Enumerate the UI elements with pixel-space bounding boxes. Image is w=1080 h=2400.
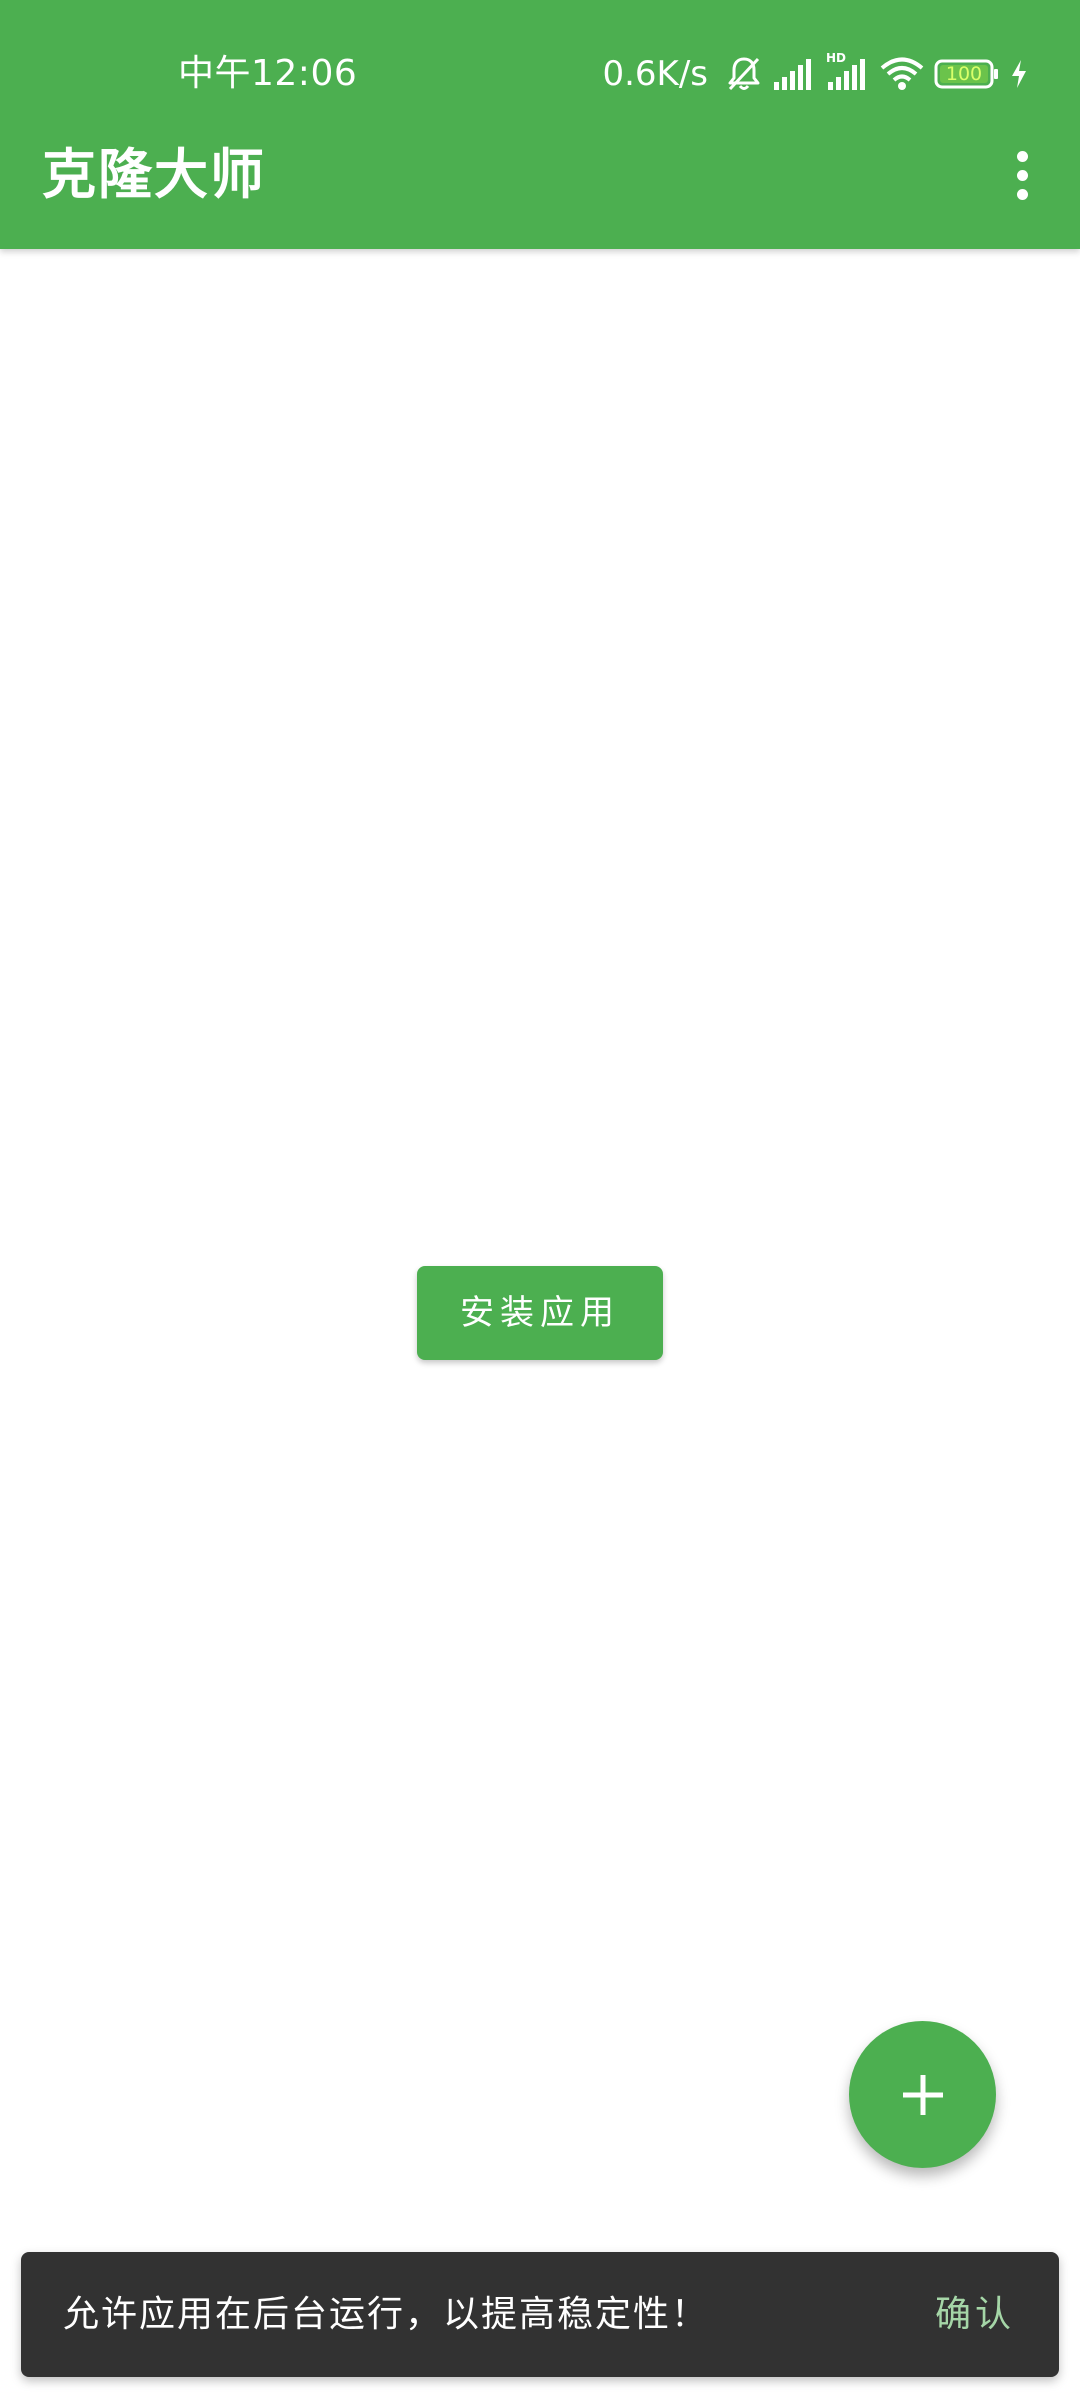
install-app-button[interactable]: 安装应用 (417, 1266, 663, 1360)
snackbar-confirm-button[interactable]: 确认 (935, 2252, 1015, 2377)
snackbar: 允许应用在后台运行，以提高稳定性！ 确认 (21, 2252, 1059, 2377)
battery-level: 100 (945, 63, 983, 85)
status-time: 中午12:06 (178, 53, 358, 94)
menu-dot (1016, 188, 1028, 200)
bell-off-icon (726, 55, 762, 93)
toolbar: 克隆大师 (0, 140, 1080, 249)
add-fab-button[interactable] (849, 2021, 996, 2168)
app-title: 克隆大师 (42, 143, 266, 206)
battery-icon: 100 (934, 59, 1000, 89)
snackbar-message: 允许应用在后台运行，以提高稳定性！ (63, 2294, 710, 2335)
status-bar: 中午12:06 0.6K/s HD 100 (0, 0, 1080, 140)
signal-hd-icon: HD (826, 52, 870, 90)
app-header: 中午12:06 0.6K/s HD 100 克隆大师 (0, 0, 1080, 249)
menu-dot (1016, 169, 1028, 181)
menu-dot (1016, 150, 1028, 162)
screen: 中午12:06 0.6K/s HD 100 克隆大师 安装应用 允许应用在后台运… (0, 0, 1080, 2400)
signal-icon (772, 58, 816, 90)
charging-icon (1010, 59, 1028, 89)
plus-icon (902, 2074, 943, 2115)
network-speed: 0.6K/s (602, 54, 708, 94)
hd-label: HD (826, 51, 847, 65)
more-vert-icon[interactable] (982, 140, 1062, 210)
wifi-icon (880, 57, 924, 91)
status-icons: 0.6K/s HD 100 (602, 50, 1028, 98)
